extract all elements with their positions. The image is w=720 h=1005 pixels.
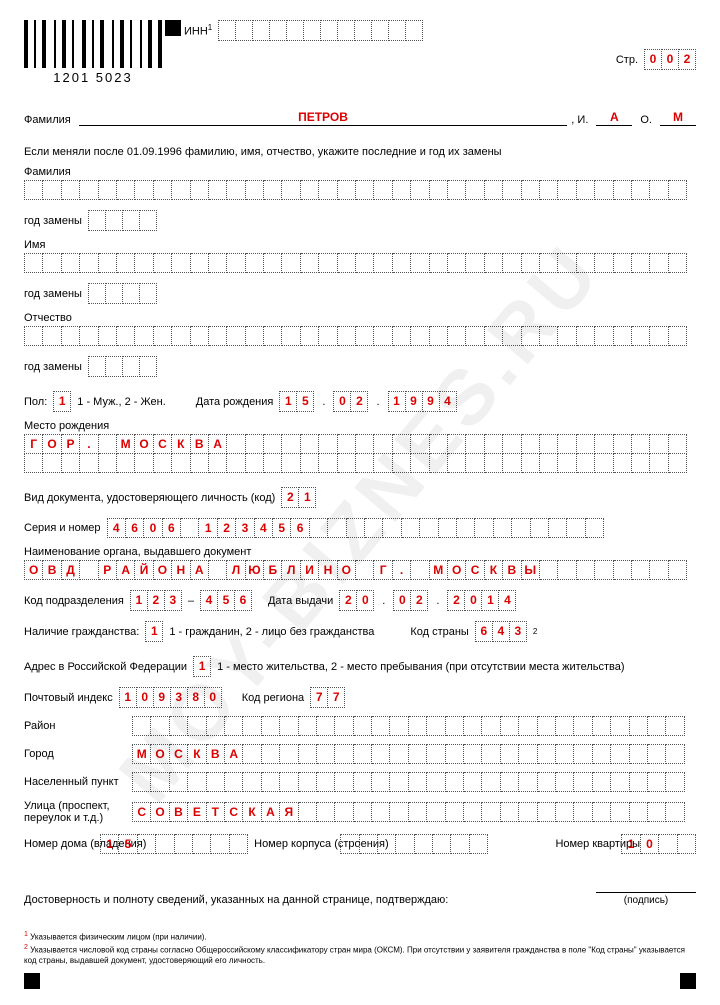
district[interactable] [132,716,696,736]
surname-value[interactable]: ПЕТРОВ [79,109,568,126]
issue-m[interactable]: 02 [393,590,428,611]
signature-label: (подпись) [596,895,696,906]
prev-surname-cells[interactable] [24,180,696,200]
locality[interactable] [132,772,696,792]
o-label: О. [640,114,652,126]
sex-legend: 1 - Муж., 2 - Жен. [77,396,166,408]
flat-label: Номер квартиры [555,838,615,850]
locality-label: Населенный пункт [24,776,124,788]
country-code[interactable]: 643 [475,621,527,642]
prev-surname-year-label: год замены [24,215,82,227]
dept-label: Код подразделения [24,595,124,607]
marker-bl [24,973,40,989]
sex-value[interactable]: 1 [53,391,71,412]
prev-patr-label: Отчество [24,312,696,324]
prev-patr-year-label: год замены [24,361,82,373]
birthplace-l1[interactable]: ГОР. МОСКВА [24,434,696,454]
dob-label: Дата рождения [196,396,274,408]
dept-2[interactable]: 456 [200,590,252,611]
doc-issuer-label: Наименование органа, выдавшего документ [24,546,696,558]
header: 1201 5023 ИНН1 Стр. 002 [24,20,696,85]
district-label: Район [24,720,124,732]
fio-line: Фамилия ПЕТРОВ , И. А О. М [24,109,696,126]
issue-date-label: Дата выдачи [268,595,333,607]
flat[interactable]: 10 [621,834,696,854]
signature-line[interactable] [596,878,696,893]
page-label: Стр. [616,54,638,66]
addr-label: Адрес в Российской Федерации [24,661,187,673]
street-label: Улица (проспект, переулок и т.д.) [24,800,124,824]
doc-sn-label: Серия и номер [24,522,101,534]
confirm-text: Достоверность и полноту сведений, указан… [24,894,590,906]
initial-o[interactable]: М [660,109,696,126]
inn-cells[interactable] [218,20,423,41]
prev-name-cells[interactable] [24,253,696,273]
barcode: 1201 5023 [24,20,162,85]
building-label: Номер корпуса (строения) [254,838,334,850]
change-note: Если меняли после 01.09.1996 фамилию, им… [24,146,696,158]
surname-label: Фамилия [24,114,71,126]
cit-value[interactable]: 1 [145,621,163,642]
inn-label: ИНН1 [184,23,212,38]
street[interactable]: СОВЕТСКАЯ [132,802,696,822]
i-label: , И. [571,114,588,126]
form-page: MOY-BIZNES.RU 1201 5023 [0,0,720,1005]
prev-name-year[interactable] [88,283,157,304]
prev-name-label: Имя [24,239,696,251]
dept-1[interactable]: 123 [130,590,182,611]
city-label: Город [24,748,124,760]
dob-d[interactable]: 15 [279,391,314,412]
initial-i[interactable]: А [596,109,632,126]
doc-type[interactable]: 21 [281,487,316,508]
doc-type-label: Вид документа, удостоверяющего личность … [24,492,275,504]
dob-m[interactable]: 02 [333,391,368,412]
house[interactable]: 15 [100,834,248,854]
marker-br [680,973,696,989]
cit-legend: 1 - гражданин, 2 - лицо без гражданства [169,626,374,638]
barcode-text: 1201 5023 [24,70,162,85]
zip[interactable]: 109380 [119,687,222,708]
doc-sn[interactable]: 4606 123456 [107,518,696,538]
prev-patr-cells[interactable] [24,326,696,346]
addr-type[interactable]: 1 [193,656,211,677]
marker-top [165,20,181,36]
sex-label: Пол: [24,396,47,408]
prev-name-year-label: год замены [24,288,82,300]
prev-surname-label: Фамилия [24,166,696,178]
issue-y[interactable]: 2014 [447,590,516,611]
page-cells: 002 [644,49,696,70]
country-label: Код страны [410,626,469,638]
building[interactable] [340,834,488,854]
house-label: Номер дома (владения) [24,838,94,850]
region[interactable]: 77 [310,687,345,708]
addr-legend: 1 - место жительства, 2 - место пребыван… [217,661,624,673]
city[interactable]: МОСКВА [132,744,696,764]
footnotes: 1 Указывается физическим лицом (при нали… [24,930,696,966]
birthplace-l2[interactable] [24,453,696,473]
birthplace-label: Место рождения [24,420,696,432]
region-label: Код региона [242,692,304,704]
doc-issuer-l1[interactable]: ОВД РАЙОНА ЛЮБЛИНО Г. МОСКВЫ [24,560,696,580]
confirm-row: Достоверность и полноту сведений, указан… [24,878,696,906]
zip-label: Почтовый индекс [24,692,113,704]
cit-label: Наличие гражданства: [24,626,139,638]
dob-y[interactable]: 1994 [388,391,457,412]
issue-d[interactable]: 20 [339,590,374,611]
prev-patr-year[interactable] [88,356,157,377]
prev-surname-year[interactable] [88,210,157,231]
